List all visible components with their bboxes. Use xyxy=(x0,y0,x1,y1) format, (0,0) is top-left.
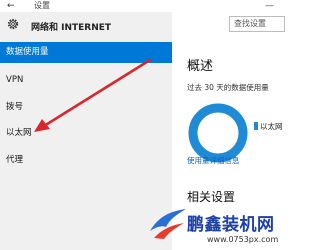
usage-details-link[interactable]: 使用量详细信息 xyxy=(187,155,240,166)
legend-label-ethernet: 以太网 xyxy=(260,122,283,131)
search-input[interactable]: 查找设置 xyxy=(229,16,285,32)
sidebar-item-proxy[interactable]: 代理 xyxy=(0,150,172,171)
title-bar: ← 设置 — xyxy=(0,0,284,12)
window-title: 设置 xyxy=(34,1,50,10)
related-settings-heading: 相关设置 xyxy=(187,190,236,204)
legend-swatch xyxy=(254,122,258,130)
sidebar-item-vpn[interactable]: VPN xyxy=(0,70,172,91)
gear-icon xyxy=(7,18,19,30)
overview-heading: 概述 xyxy=(187,59,214,74)
usage-ring xyxy=(188,103,248,163)
watermark-logo-icon xyxy=(150,209,186,239)
minimize-button[interactable]: — xyxy=(265,0,274,12)
sidebar-item-ethernet[interactable]: 以太网 xyxy=(0,123,172,144)
sidebar-item-dialup[interactable]: 拨号 xyxy=(0,97,172,118)
watermark-brand: 鹏鑫装机网 xyxy=(187,215,275,235)
back-arrow-icon[interactable]: ← xyxy=(7,0,15,12)
usage-description: 过去 30 天的数据使用量 xyxy=(187,83,269,92)
watermark-url: www.0753px.com xyxy=(207,235,279,244)
page-title: 网络和 INTERNET xyxy=(31,23,112,33)
sidebar-item-data-usage[interactable]: 数据使用量 xyxy=(0,42,172,63)
